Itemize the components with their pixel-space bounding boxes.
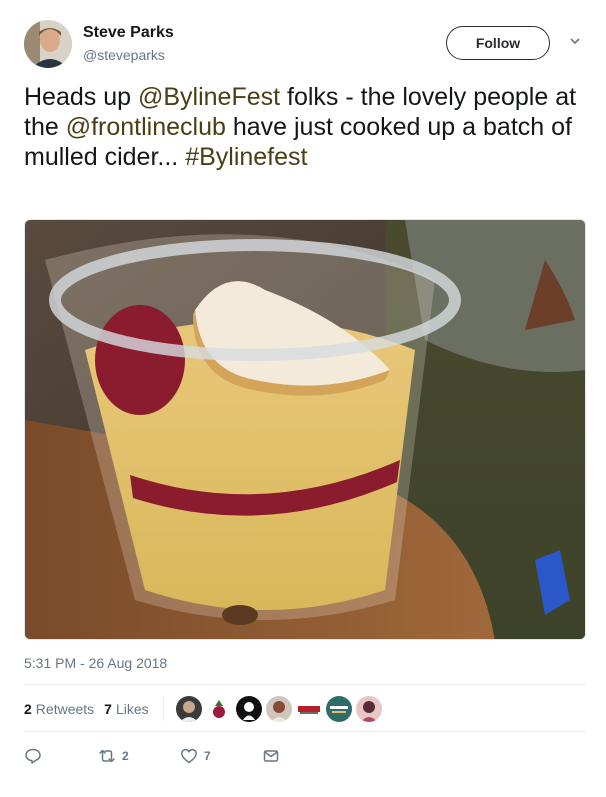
reply-button[interactable] <box>24 747 98 765</box>
tweet-text: Heads up @BylineFest folks - the lovely … <box>24 82 584 172</box>
likes-count: 7 <box>104 701 112 717</box>
liker-avatar[interactable] <box>175 696 202 722</box>
liker-avatar[interactable] <box>265 696 292 722</box>
retweets-stat[interactable]: 2 Retweets <box>24 701 94 717</box>
chevron-down-icon[interactable] <box>568 34 582 48</box>
message-icon <box>263 750 279 762</box>
tweet-timestamp[interactable]: 5:31 PM - 26 Aug 2018 <box>24 655 167 671</box>
tweet-actions: 2 7 <box>24 745 280 767</box>
retweet-icon <box>99 749 115 763</box>
tweet-text-part: Heads up <box>24 83 138 111</box>
mention-frontlineclub[interactable]: @frontlineclub <box>66 113 226 141</box>
retweet-count: 2 <box>122 749 129 763</box>
direct-message-button[interactable] <box>262 747 280 765</box>
tweet-photo[interactable] <box>24 219 586 640</box>
liker-avatar[interactable] <box>235 696 262 722</box>
mulled-cider-photo <box>25 220 585 639</box>
likers-avatars <box>175 696 386 722</box>
reply-icon <box>25 748 41 764</box>
like-button[interactable]: 7 <box>180 747 262 765</box>
hashtag-bylinefest[interactable]: #Bylinefest <box>185 143 307 171</box>
mention-bylinefest[interactable]: @BylineFest <box>138 83 280 111</box>
heart-icon <box>181 748 197 764</box>
likes-stat[interactable]: 7 Likes <box>104 701 148 717</box>
retweet-button[interactable]: 2 <box>98 747 180 765</box>
liker-avatar[interactable] <box>205 696 232 722</box>
liker-avatar[interactable] <box>325 696 352 722</box>
author-avatar[interactable] <box>24 20 72 68</box>
divider <box>24 684 586 685</box>
liker-avatar[interactable] <box>295 696 322 722</box>
divider <box>24 731 586 732</box>
like-count: 7 <box>204 749 211 763</box>
tweet-stats: 2 Retweets 7 Likes <box>24 696 386 722</box>
retweets-label: Retweets <box>35 701 95 717</box>
follow-button[interactable]: Follow <box>446 26 550 60</box>
author-name[interactable]: Steve Parks <box>83 24 174 42</box>
tweet-header: Steve Parks @steveparks Follow <box>24 20 584 68</box>
stats-separator <box>162 697 164 721</box>
author-handle[interactable]: @steveparks <box>83 47 165 63</box>
liker-avatar[interactable] <box>355 696 382 722</box>
likes-label: Likes <box>115 701 149 717</box>
retweets-count: 2 <box>24 701 32 717</box>
